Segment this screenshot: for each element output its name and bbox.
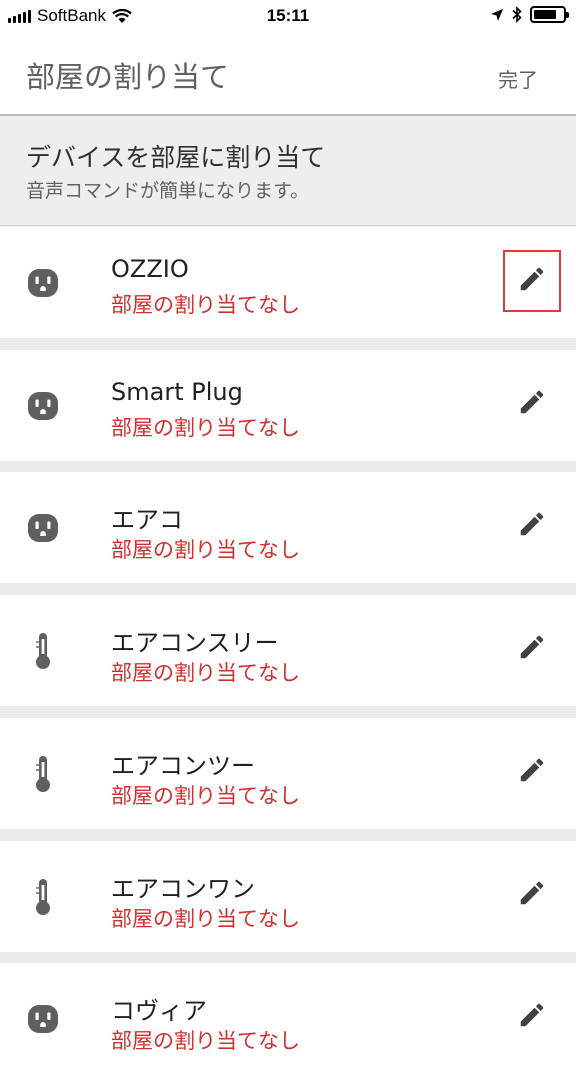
device-room-status: 部屋の割り当てなし: [111, 1029, 300, 1054]
outlet-icon: [27, 1001, 59, 1037]
edit-room-button[interactable]: [503, 250, 561, 312]
device-row[interactable]: コヴィア部屋の割り当てなし: [0, 963, 576, 1074]
thermometer-icon: [27, 755, 59, 792]
device-row[interactable]: OZZIO 部屋の割り当てなし: [0, 227, 576, 338]
device-room-status: 部屋の割り当てなし: [111, 415, 300, 440]
device-row[interactable]: エアコンワン部屋の割り当てなし: [0, 840, 576, 952]
edit-room-button[interactable]: [503, 373, 561, 435]
thermometer-icon: [27, 633, 59, 670]
pencil-icon: [517, 632, 547, 666]
device-row[interactable]: エアコ部屋の割り当てなし: [0, 472, 576, 584]
device-list: OZZIO 部屋の割り当てなし Smart Plug 部屋の割り当てなし エアコ 部屋の割…: [0, 0, 576, 1074]
device-row[interactable]: エアコンツー部屋の割り当てなし: [0, 717, 576, 829]
device-name: OZZIO: [111, 255, 189, 283]
outlet-icon: [27, 265, 59, 301]
outlet-icon: [27, 388, 59, 424]
pencil-icon: [517, 509, 547, 543]
pencil-icon: [517, 878, 547, 912]
device-room-status: 部屋の割り当てなし: [111, 783, 300, 808]
thermometer-icon: [27, 878, 59, 915]
edit-room-button[interactable]: [503, 986, 561, 1048]
device-name: エアコンワン: [111, 874, 255, 903]
edit-room-button[interactable]: [503, 618, 561, 680]
device-row[interactable]: エアコンスリー部屋の割り当てなし: [0, 595, 576, 707]
edit-room-button[interactable]: [503, 864, 561, 926]
device-room-status: 部屋の割り当てなし: [111, 293, 300, 317]
device-name: エアコ: [111, 506, 183, 535]
device-name: エアコンスリー: [111, 629, 279, 658]
device-name: エアコンツー: [111, 751, 255, 780]
device-name: コヴィア: [111, 997, 207, 1026]
pencil-icon: [517, 755, 547, 789]
pencil-icon: [517, 387, 547, 421]
device-room-status: 部屋の割り当てなし: [111, 906, 300, 931]
device-name: Smart Plug: [111, 377, 243, 406]
edit-room-button[interactable]: [503, 495, 561, 557]
device-row[interactable]: Smart Plug 部屋の割り当てなし: [0, 349, 576, 461]
pencil-icon: [517, 1000, 547, 1034]
device-room-status: 部屋の割り当てなし: [111, 538, 300, 563]
edit-room-button[interactable]: [503, 741, 561, 803]
pencil-icon: [517, 264, 547, 298]
device-room-status: 部屋の割り当てなし: [111, 661, 300, 686]
outlet-icon: [27, 510, 59, 546]
